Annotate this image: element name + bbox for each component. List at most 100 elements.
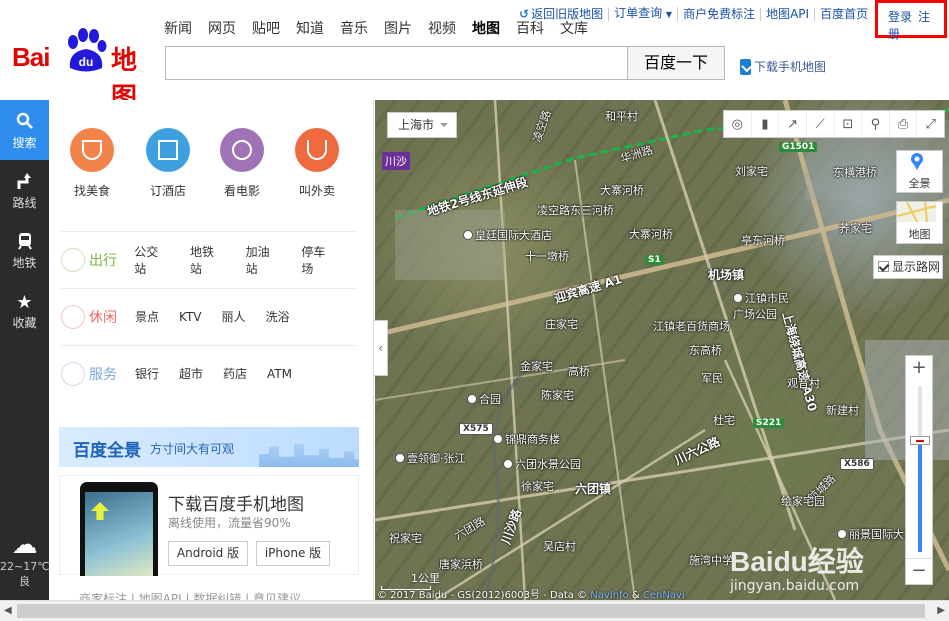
sidebar-item-search[interactable]: 搜索	[0, 100, 49, 160]
map-poi-label[interactable]: 合园	[467, 391, 501, 407]
show-roadnet-checkbox[interactable]: 显示路网	[873, 255, 943, 279]
category-travel-title: 出行	[61, 247, 134, 272]
iphone-download-button[interactable]: iPhone 版	[256, 541, 330, 566]
map-poi-label[interactable]: 壹领御·张江	[395, 450, 466, 466]
nav-images[interactable]: 图片	[384, 18, 412, 38]
category-item[interactable]: ATM	[267, 367, 292, 381]
return-arrow-icon: ↺	[519, 6, 530, 21]
highway-shield: S221	[753, 418, 785, 428]
logo-text-du: du	[79, 55, 94, 69]
pin-icon[interactable]: ⚲	[862, 111, 890, 137]
zoom-out-button[interactable]: −	[906, 558, 932, 584]
scroll-left-arrow-icon[interactable]: ◀	[4, 605, 12, 616]
map-label: 东高桥	[689, 344, 722, 357]
search-button[interactable]: 百度一下	[627, 46, 725, 80]
map-label: 新建村	[826, 404, 859, 417]
quick-takeout[interactable]: 叫外卖	[282, 128, 352, 199]
panorama-banner[interactable]: 百度全景 方寸间大有可观	[59, 427, 359, 467]
nav-tieba[interactable]: 贴吧	[252, 18, 280, 38]
category-item[interactable]: 加油站	[246, 243, 282, 277]
category-item[interactable]: 银行	[135, 365, 159, 382]
panel-footer-links[interactable]: 商家标注 | 地图API | 数据纠错 | 意见建议	[79, 590, 301, 600]
search-input[interactable]	[165, 46, 627, 80]
baidu-map-logo[interactable]: Bai du 地图	[12, 28, 152, 113]
horizontal-scrollbar[interactable]: ◀ ▶	[0, 600, 949, 621]
order-query-link[interactable]: 订单查询 ▼	[609, 7, 679, 21]
city-select-dropdown[interactable]: 上海市	[387, 112, 457, 138]
map-api-link[interactable]: 地图API	[761, 7, 816, 21]
category-item[interactable]: 药店	[223, 365, 247, 382]
login-link[interactable]: 登录	[888, 10, 912, 24]
search-panel: 找美食 订酒店 看电影 叫外卖 出行 公交站 地铁站 加油站 停车场 休闲 景点…	[49, 100, 374, 600]
download-app-box: 下载百度手机地图 离线使用，流量省90% Android 版 iPhone 版	[59, 475, 359, 576]
district-tag[interactable]: 川沙	[382, 152, 410, 170]
category-item[interactable]: 停车场	[301, 243, 337, 277]
sidebar-item-favorites[interactable]: ★ 收藏	[0, 280, 49, 340]
sidebar-item-route[interactable]: 路线	[0, 160, 49, 220]
login-register-box: 登录 注册	[875, 0, 947, 41]
quick-movie[interactable]: 看电影	[207, 128, 277, 199]
weather-widget[interactable]: ☁ 22~17℃ 良	[0, 530, 50, 600]
map-label: 金家宅	[520, 360, 553, 373]
quick-food[interactable]: 找美食	[57, 128, 127, 199]
back-to-old-map-link[interactable]: ↺ 返回旧版地图	[514, 6, 610, 21]
flower-icon	[61, 304, 85, 329]
map-poi-label[interactable]: 锦鼎商务楼	[493, 431, 560, 447]
collapse-panel-button[interactable]: ‹	[374, 320, 388, 376]
map-thumbnail-icon	[897, 202, 936, 222]
zoom-in-button[interactable]: +	[906, 356, 932, 382]
category-leisure: 休闲 景点 KTV 丽人 洗浴	[61, 288, 357, 344]
zoom-control: + −	[905, 355, 933, 585]
download-mobile-map-link[interactable]: 下载手机地图	[740, 58, 826, 75]
zoom-slider-handle[interactable]	[910, 436, 930, 445]
nav-map[interactable]: 地图	[472, 18, 500, 38]
map-label: 庄家宅	[545, 318, 578, 331]
map-label: 高桥	[568, 365, 590, 378]
sidebar-item-subway[interactable]: 地铁	[0, 220, 49, 280]
nav-baike[interactable]: 百科	[516, 18, 544, 38]
ranging-icon[interactable]: ◎	[724, 111, 752, 137]
map-poi-label[interactable]: 皇廷国际大酒店	[463, 227, 552, 243]
fullscreen-mark-icon[interactable]: ⊡	[835, 111, 863, 137]
category-item[interactable]: 公交站	[134, 243, 170, 277]
category-item[interactable]: 景点	[135, 308, 159, 325]
scroll-right-arrow-icon[interactable]: ▶	[937, 605, 945, 616]
share-icon[interactable]: ↗	[779, 111, 807, 137]
nav-web[interactable]: 网页	[208, 18, 236, 38]
expand-icon[interactable]: ⤢	[917, 111, 944, 137]
map-label: 大寨河桥	[600, 184, 644, 197]
baidu-home-link[interactable]: 百度首页	[815, 7, 873, 21]
merchant-mark-link[interactable]: 商户免费标注	[678, 7, 762, 21]
traffic-icon[interactable]: ▮	[752, 111, 780, 137]
panorama-view-button[interactable]: 全景	[896, 150, 943, 193]
download-app-title: 下载百度手机地图	[168, 495, 304, 515]
android-download-button[interactable]: Android 版	[168, 541, 248, 566]
nav-news[interactable]: 新闻	[164, 18, 192, 38]
panorama-banner-subtitle: 方寸间大有可观	[150, 442, 235, 456]
category-item[interactable]: 地铁站	[190, 243, 226, 277]
map-poi-label[interactable]: 六团水景公园	[503, 456, 581, 472]
nav-zhidao[interactable]: 知道	[296, 18, 324, 38]
satellite-map[interactable]: 凌空路 和平村 地铁2号线东延伸段 华洲路 大寨河桥 凌空路东三河桥 刘家宅 东…	[375, 100, 949, 600]
scrollbar-thumb[interactable]	[17, 604, 925, 618]
category-item[interactable]: 超市	[179, 365, 203, 382]
ruler-icon[interactable]: ⟋	[807, 111, 835, 137]
road-shield: X586	[840, 458, 874, 470]
nav-video[interactable]: 视频	[428, 18, 456, 38]
category-item[interactable]: KTV	[179, 310, 201, 324]
nav-wenku[interactable]: 文库	[560, 18, 588, 38]
map-label: 机场镇	[708, 268, 745, 282]
quick-hotel[interactable]: 订酒店	[133, 128, 203, 199]
route-icon	[0, 172, 49, 194]
nav-music[interactable]: 音乐	[340, 18, 368, 38]
category-item[interactable]: 洗浴	[266, 308, 290, 325]
map-label: 凌空路东三河桥	[537, 204, 614, 217]
category-item[interactable]: 丽人	[222, 308, 246, 325]
location-pin-icon	[911, 153, 923, 170]
left-sidebar: 搜索 路线 地铁 ★ 收藏 ☁ 22~17℃ 良	[0, 100, 50, 600]
cennavi-link[interactable]: CenNavi	[643, 590, 685, 600]
bus-icon	[61, 247, 85, 272]
print-icon[interactable]: ⎙	[890, 111, 918, 137]
map-view-button[interactable]: 地图	[896, 201, 943, 244]
navinfo-link[interactable]: NavInfo	[590, 590, 628, 600]
